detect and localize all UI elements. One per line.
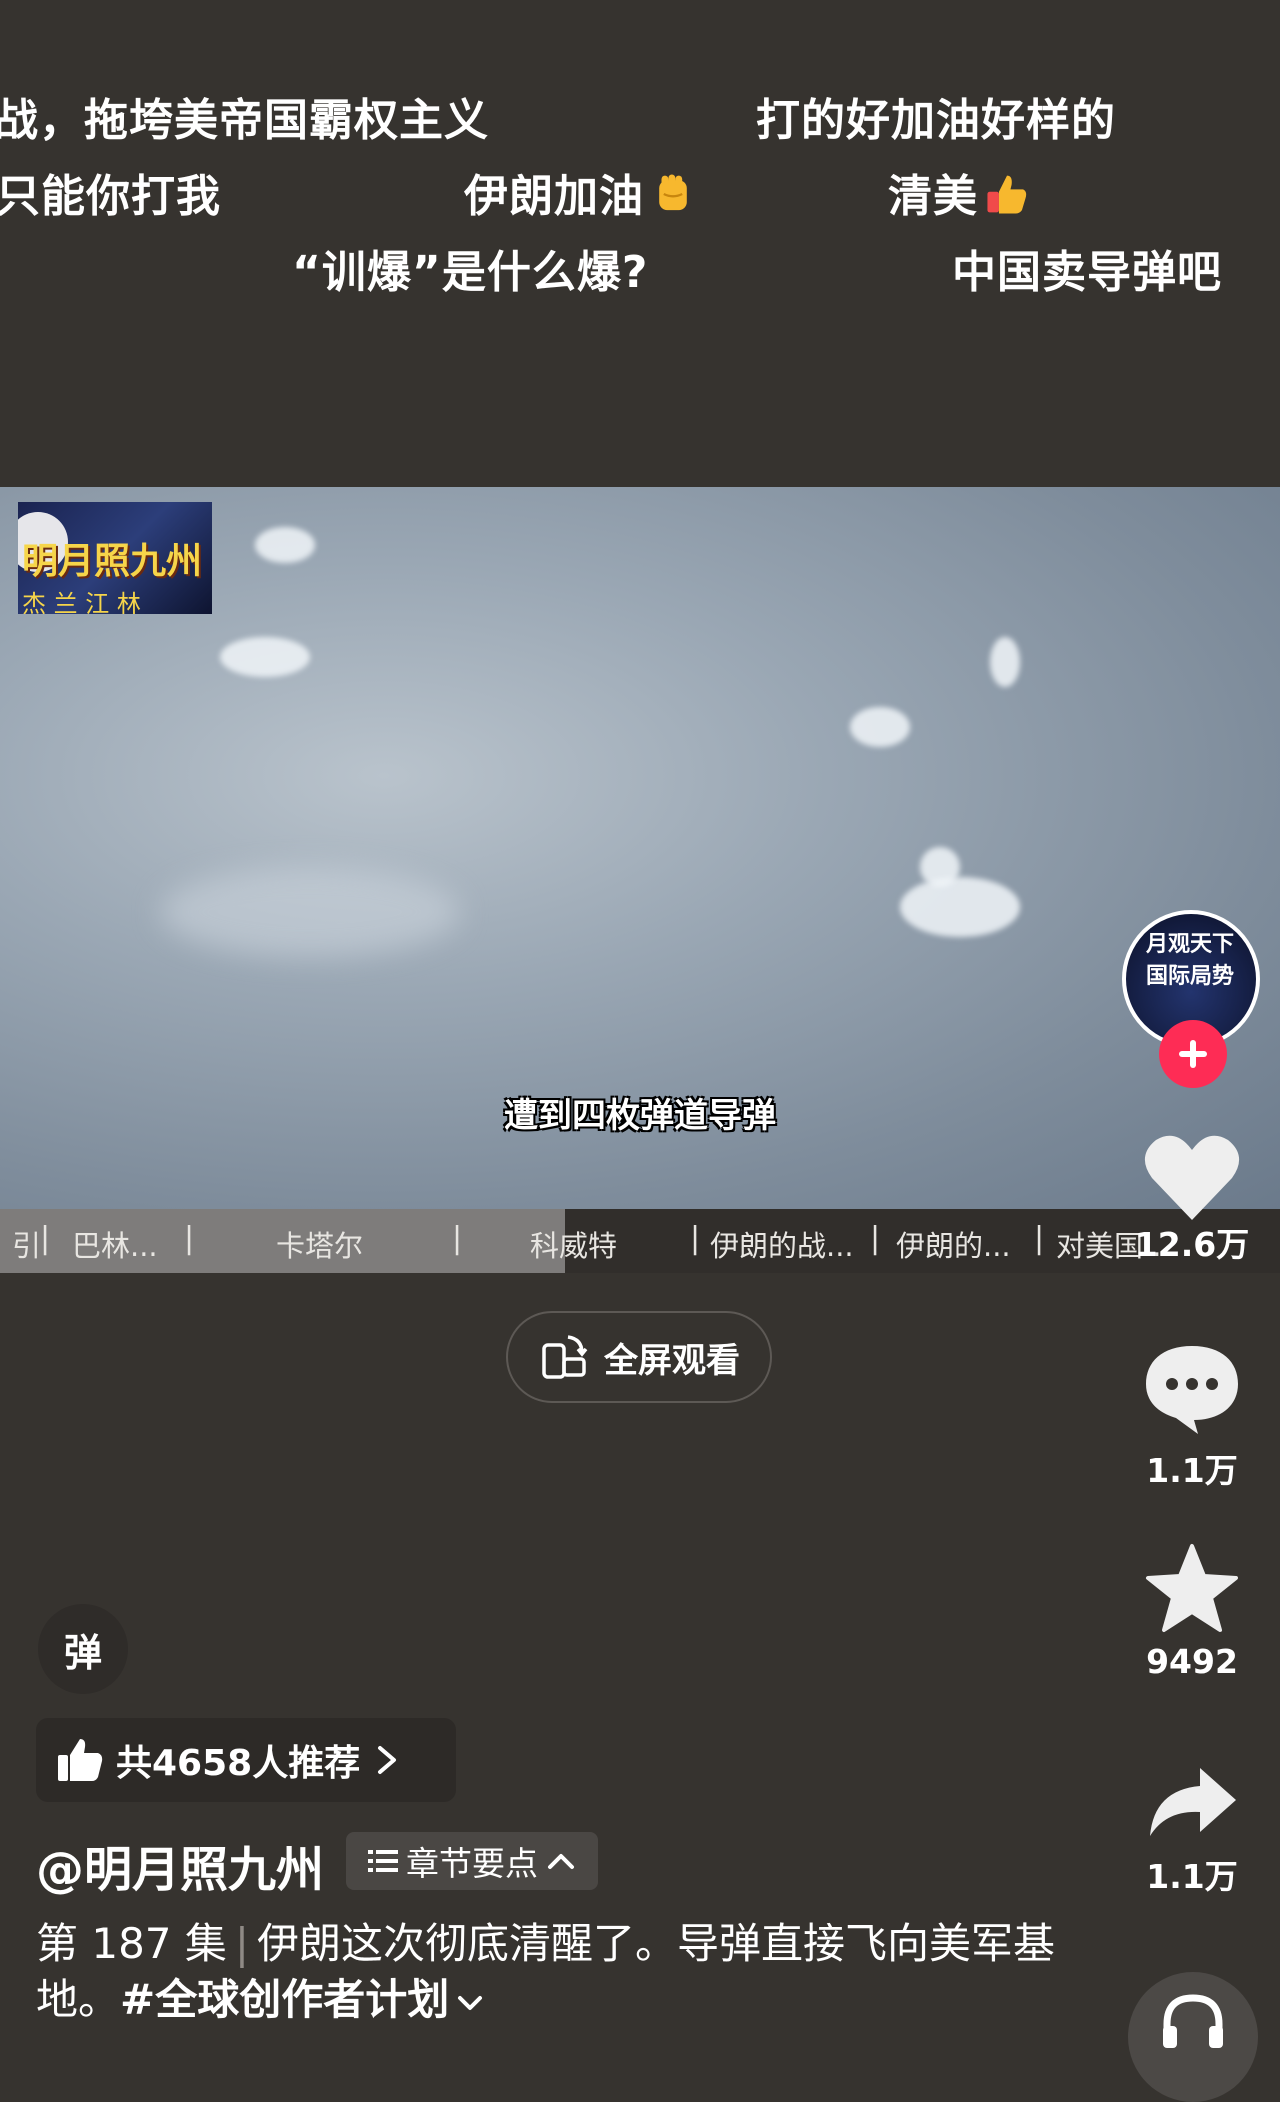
chapter-item[interactable]: 引 bbox=[12, 1223, 41, 1265]
avatar-text-line: 月观天下 bbox=[1146, 931, 1235, 957]
cloud bbox=[255, 527, 315, 563]
thumbs-up-icon bbox=[58, 1739, 103, 1781]
chevron-up-icon bbox=[548, 1854, 574, 1869]
comment-bubble-icon bbox=[1146, 1346, 1238, 1434]
chapter-item[interactable]: 伊朗的... bbox=[896, 1223, 1011, 1265]
cloud bbox=[850, 707, 910, 747]
channel-logo: 明月照九州 杰 兰 江 林 bbox=[18, 502, 212, 614]
video-description[interactable]: 第 187 集 | 伊朗这次彻底清醒了。导弹直接飞向美军基地。#全球创作者计划 bbox=[36, 1916, 1076, 2028]
chapter-highlights-button[interactable]: 章节要点 bbox=[346, 1832, 598, 1890]
like-count: 12.6万 bbox=[1134, 1225, 1250, 1264]
cloud bbox=[900, 877, 1020, 937]
channel-logo-text: 明月照九州 bbox=[22, 540, 203, 582]
danmu-toggle-button[interactable]: 弹 bbox=[38, 1604, 128, 1694]
plus-icon bbox=[1179, 1040, 1207, 1068]
avatar-text: 月观天下 国际局势 bbox=[1146, 928, 1234, 992]
music-disc[interactable] bbox=[1128, 1972, 1258, 2102]
episode-label: 第 187 集 bbox=[36, 1919, 227, 1968]
raised-fist-emoji-icon bbox=[659, 174, 687, 211]
chapter-item[interactable]: 伊朗的战... bbox=[710, 1223, 854, 1265]
divider: | bbox=[234, 1919, 250, 1968]
cloud-haze bbox=[160, 867, 460, 957]
cloud bbox=[920, 847, 960, 887]
cloud bbox=[990, 637, 1020, 687]
share-count: 1.1万 bbox=[1146, 1857, 1238, 1896]
fullscreen-button[interactable]: 全屏观看 bbox=[506, 1311, 772, 1403]
rotate-screen-icon bbox=[542, 1335, 588, 1379]
heart-icon bbox=[1144, 1135, 1240, 1220]
danmaku-comment: “训爆”是什么爆? bbox=[292, 247, 649, 298]
chevron-down-icon[interactable] bbox=[455, 1992, 485, 2014]
chapter-bar: 引 | 巴林... | 卡塔尔 | 科威特 | 伊朗的战... | 伊朗的...… bbox=[0, 1209, 1280, 1273]
fullscreen-label: 全屏观看 bbox=[604, 1340, 740, 1381]
chapter-item[interactable]: 科威特 bbox=[530, 1223, 617, 1265]
recommend-label: 共4658人推荐 bbox=[116, 1743, 361, 1784]
thumbs-up-emoji-icon bbox=[987, 175, 1027, 214]
star-icon bbox=[1146, 1544, 1238, 1632]
favorite-count: 9492 bbox=[1146, 1642, 1238, 1681]
comment-count: 1.1万 bbox=[1146, 1451, 1238, 1490]
danmaku-comment: 打的好加油好样的 bbox=[756, 95, 1116, 146]
chapter-item[interactable]: 巴林... bbox=[72, 1223, 158, 1265]
video-subtitle: 遭到四枚弹道导弹 bbox=[504, 1096, 776, 1136]
headphones-icon bbox=[1163, 1994, 1223, 2048]
author-name[interactable]: @明月照九州 bbox=[36, 1830, 324, 1900]
comment-button[interactable]: 1.1万 bbox=[1130, 1340, 1254, 1492]
list-icon bbox=[368, 1850, 398, 1872]
avatar-text-line: 国际局势 bbox=[1146, 963, 1235, 989]
hashtag-link[interactable]: #全球创作者计划 bbox=[120, 1975, 449, 2024]
danmaku-comment: 伊朗加油 bbox=[464, 160, 696, 224]
danmaku-comment: 中国卖导弹吧 bbox=[952, 247, 1222, 298]
danmaku-comment: 战，拖垮美帝国霸权主义 bbox=[0, 95, 489, 146]
danmaku-text: 伊朗加油 bbox=[464, 171, 644, 222]
follow-button[interactable] bbox=[1159, 1020, 1227, 1088]
danmaku-comment: 清美 bbox=[888, 160, 1030, 224]
share-arrow-icon bbox=[1150, 1768, 1236, 1836]
share-button[interactable]: 1.1万 bbox=[1130, 1762, 1254, 1898]
chapter-tag-label: 章节要点 bbox=[406, 1844, 538, 1883]
danmaku-comment: 只能你打我 bbox=[0, 171, 221, 222]
channel-logo-subtext: 杰 兰 江 林 bbox=[22, 590, 141, 614]
danmaku-text: 清美 bbox=[888, 171, 978, 222]
chapter-item[interactable]: 卡塔尔 bbox=[276, 1223, 363, 1265]
favorite-button[interactable]: 9492 bbox=[1130, 1542, 1254, 1681]
like-button[interactable]: 12.6万 bbox=[1130, 1130, 1254, 1266]
chevron-right-icon bbox=[378, 1746, 397, 1774]
cloud bbox=[220, 637, 310, 677]
danmu-toggle-label: 弹 bbox=[63, 1630, 102, 1675]
recommend-pill[interactable]: 共4658人推荐 bbox=[36, 1718, 456, 1802]
